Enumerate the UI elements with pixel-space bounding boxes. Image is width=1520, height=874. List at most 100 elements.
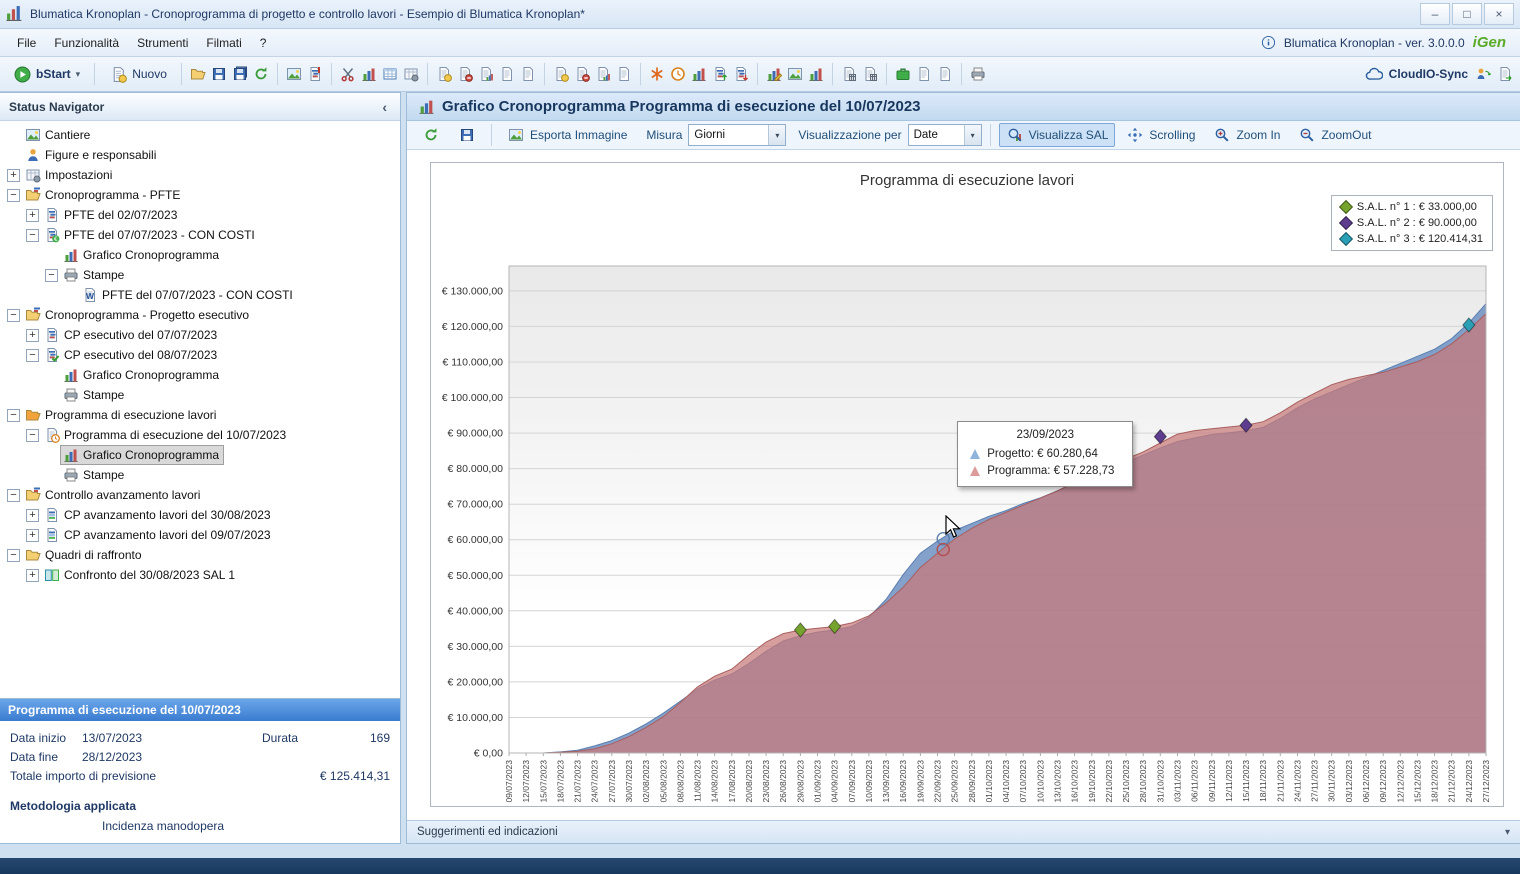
doc-plain2-icon[interactable] <box>519 65 537 83</box>
collapse-icon[interactable]: − <box>26 229 39 242</box>
tree-item[interactable]: Stampe <box>0 385 400 405</box>
tree-item[interactable]: +Confronto del 30/08/2023 SAL 1 <box>0 565 400 585</box>
tree-item-body[interactable]: Cantiere <box>23 126 94 144</box>
mini-chart-icon[interactable] <box>690 65 708 83</box>
menu-help[interactable]: ? <box>251 32 276 54</box>
tree-item-body[interactable]: Cronoprogramma - PFTE <box>23 186 184 204</box>
tree-item-body[interactable]: Controllo avanzamento lavori <box>23 486 204 504</box>
esporta-immagine-button[interactable]: Esporta Immagine <box>500 123 634 147</box>
tree-item[interactable]: −€PFTE del 07/07/2023 - CON COSTI <box>0 225 400 245</box>
tree-item-body[interactable]: CP avanzamento lavori del 30/08/2023 <box>42 506 275 524</box>
tree-item[interactable]: −Cronoprogramma - Progetto esecutivo <box>0 305 400 325</box>
doc-chart-icon[interactable] <box>477 65 495 83</box>
table-icon[interactable] <box>381 65 399 83</box>
collapse-icon[interactable]: − <box>7 189 20 202</box>
maximize-button[interactable]: □ <box>1452 3 1482 25</box>
tree-item[interactable]: −Quadri di raffronto <box>0 545 400 565</box>
folder-open-icon[interactable] <box>189 65 207 83</box>
expand-icon[interactable]: + <box>7 169 20 182</box>
tree-item-body[interactable]: Cronoprogramma - Progetto esecutivo <box>23 306 253 324</box>
tree-item-body[interactable]: Stampe <box>61 386 128 404</box>
collapse-icon[interactable]: − <box>7 489 20 502</box>
doc-calc2-icon[interactable] <box>861 65 879 83</box>
chevron-down-icon[interactable]: ▾ <box>768 125 785 145</box>
menu-file[interactable]: File <box>8 32 45 54</box>
tree-item[interactable]: +CP esecutivo del 07/07/2023 <box>0 325 400 345</box>
item-add-icon[interactable] <box>552 65 570 83</box>
save-all-icon[interactable] <box>231 65 249 83</box>
tree-item[interactable]: +Impostazioni <box>0 165 400 185</box>
cut-icon[interactable] <box>339 65 357 83</box>
tree-item-body[interactable]: Figure e responsabili <box>23 146 160 164</box>
gantt-marker-icon[interactable] <box>306 65 324 83</box>
case-icon[interactable] <box>894 65 912 83</box>
minimize-button[interactable]: – <box>1420 3 1450 25</box>
expand-icon[interactable]: + <box>26 329 39 342</box>
zoom-in-button[interactable]: Zoom In <box>1206 123 1287 147</box>
collapse-icon[interactable]: − <box>26 349 39 362</box>
tree-item[interactable]: +CP avanzamento lavori del 30/08/2023 <box>0 505 400 525</box>
tree-item-body[interactable]: Grafico Cronoprogramma <box>61 366 223 384</box>
bstart-button[interactable]: bStart ▾ <box>6 62 87 86</box>
tree-item[interactable]: Grafico Cronoprogramma <box>0 365 400 385</box>
tree-item[interactable]: +PFTE del 02/07/2023 <box>0 205 400 225</box>
expand-icon[interactable]: + <box>26 209 39 222</box>
chart-green-icon[interactable] <box>807 65 825 83</box>
expand-icon[interactable]: + <box>26 509 39 522</box>
tree-item[interactable]: Stampe <box>0 465 400 485</box>
tree-item-body[interactable]: WPFTE del 07/07/2023 - CON COSTI <box>80 286 297 304</box>
tree-item-body[interactable]: Programma di esecuzione lavori <box>23 406 220 424</box>
collapse-icon[interactable]: − <box>45 269 58 282</box>
doc-plain-icon[interactable] <box>498 65 516 83</box>
report2-icon[interactable] <box>936 65 954 83</box>
chevron-down-icon[interactable]: ▾ <box>1505 827 1510 838</box>
menu-funzionalita[interactable]: Funzionalità <box>45 32 128 54</box>
scrolling-button[interactable]: Scrolling <box>1119 123 1202 147</box>
chart-box[interactable]: Programma di esecuzione lavori € 0,00€ 1… <box>430 162 1504 807</box>
doc-calc-icon[interactable] <box>840 65 858 83</box>
tree-item[interactable]: Figure e responsabili <box>0 145 400 165</box>
gantt-up-icon[interactable] <box>711 65 729 83</box>
bar-chart-icon[interactable] <box>360 65 378 83</box>
collapse-icon[interactable]: − <box>7 309 20 322</box>
tree-item[interactable]: −Programma di esecuzione lavori <box>0 405 400 425</box>
item-chart-icon[interactable] <box>594 65 612 83</box>
tree-item-body[interactable]: Impostazioni <box>23 166 116 184</box>
tree-item-body[interactable]: Confronto del 30/08/2023 SAL 1 <box>42 566 239 584</box>
tree-item[interactable]: −Programma di esecuzione del 10/07/2023 <box>0 425 400 445</box>
report-icon[interactable] <box>915 65 933 83</box>
chart-save-button[interactable] <box>451 123 483 147</box>
tree-item-body[interactable]: Grafico Cronoprogramma <box>61 446 223 464</box>
nuovo-button[interactable]: Nuovo <box>102 62 174 86</box>
close-button[interactable]: × <box>1484 3 1514 25</box>
visualizza-sal-button[interactable]: Visualizza SAL <box>999 123 1116 147</box>
tree-item-body[interactable]: Quadri di raffronto <box>23 546 146 564</box>
item-doc-icon[interactable] <box>615 65 633 83</box>
tree-item-body[interactable]: Stampe <box>61 466 128 484</box>
tree-item-body[interactable]: Stampe <box>61 266 128 284</box>
tree-item-body[interactable]: €PFTE del 07/07/2023 - CON COSTI <box>42 226 259 244</box>
doc-add-icon[interactable] <box>435 65 453 83</box>
tree-item[interactable]: −Controllo avanzamento lavori <box>0 485 400 505</box>
chart-refresh-button[interactable] <box>415 123 447 147</box>
doc-remove-icon[interactable] <box>456 65 474 83</box>
tree-item-body[interactable]: PFTE del 02/07/2023 <box>42 206 181 224</box>
print-setup-icon[interactable] <box>969 65 987 83</box>
tree-item[interactable]: −Stampe <box>0 265 400 285</box>
tree-item[interactable]: Cantiere <box>0 125 400 145</box>
suggestions-bar[interactable]: Suggerimenti ed indicazioni ▾ <box>407 820 1520 843</box>
gantt-down-icon[interactable] <box>732 65 750 83</box>
visualizzazione-select[interactable]: Date ▾ <box>908 124 982 146</box>
cloud-sync-label[interactable]: CloudIO-Sync <box>1389 67 1468 81</box>
expand-icon[interactable]: + <box>26 529 39 542</box>
refresh-icon[interactable] <box>252 65 270 83</box>
save-icon[interactable] <box>210 65 228 83</box>
tree-item-body[interactable]: CP esecutivo del 08/07/2023 <box>42 346 221 364</box>
zoom-out-button[interactable]: ZoomOut <box>1291 123 1378 147</box>
tree-item[interactable]: Grafico Cronoprogramma <box>0 445 400 465</box>
chart-edit-icon[interactable] <box>765 65 783 83</box>
image-chart-icon[interactable] <box>786 65 804 83</box>
user-sync-icon[interactable] <box>1474 65 1492 83</box>
star-icon[interactable] <box>648 65 666 83</box>
collapse-icon[interactable]: − <box>7 549 20 562</box>
